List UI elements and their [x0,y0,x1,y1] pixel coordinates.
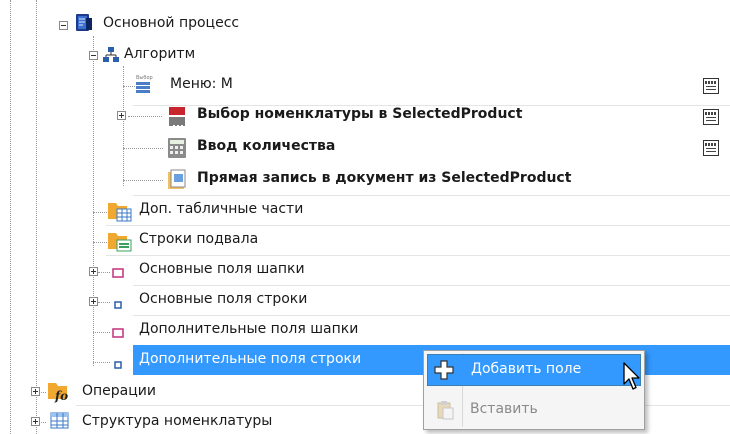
header-fields-icon [112,266,124,278]
tree-item-extra-table-parts[interactable]: Доп. табличные части [139,201,303,217]
row-divider [133,285,730,286]
folder-rows-icon [107,229,133,253]
tree-item-row-main-fields[interactable]: Основные поля строки [139,291,307,307]
menu-item-label: Вставить [470,401,538,417]
paste-icon [435,400,455,420]
mouse-pointer-icon [622,362,644,392]
menu-item-paste[interactable]: Вставить [427,395,641,427]
structure-table-icon [50,412,70,430]
tree-item-nomenclature-structure[interactable]: Структура номенклатуры [82,413,272,429]
expand-toggle[interactable] [89,267,98,276]
tree-item-menu[interactable]: Меню: М [170,76,233,92]
row-fields-icon [114,357,122,369]
svg-text:Выбор: Выбор [136,75,153,81]
properties-icon[interactable] [703,78,719,94]
folder-table-icon [107,199,133,223]
svg-text:fo: fo [54,389,68,403]
properties-icon[interactable] [703,109,719,125]
tree-item-algorithm[interactable]: Алгоритм [124,46,195,62]
calculator-icon [165,136,189,160]
menu-item-label: Добавить поле [471,361,582,377]
tree-item-enter-quantity[interactable]: Ввод количества [197,138,335,154]
expand-toggle[interactable] [89,297,98,306]
operations-folder-icon: fo [47,379,75,403]
tree-guide-line [36,0,37,434]
menu-icon: Выбор [134,74,162,96]
row-fields-icon [114,297,122,309]
tree-item-main-process[interactable]: Основной процесс [103,15,239,31]
row-divider [133,315,730,316]
tree-branch [93,212,107,213]
collapse-toggle[interactable] [89,51,98,60]
tree-branch [93,332,110,333]
barcode-scan-icon [165,104,189,128]
tree-item-row-extra-fields[interactable]: Дополнительные поля строки [139,351,361,367]
header-fields-icon [112,326,124,338]
tree-branch [98,272,110,273]
menu-item-add-field[interactable]: Добавить поле [427,354,641,386]
tree-guide-line [10,0,11,434]
tree-item-select-nomenclature[interactable]: Выбор номенклатуры в SelectedProduct [197,106,522,122]
tree-branch [128,116,162,117]
tree-item-header-main-fields[interactable]: Основные поля шапки [139,261,305,277]
expand-toggle[interactable] [31,387,40,396]
tree-item-direct-write[interactable]: Прямая запись в документ из SelectedProd… [197,170,571,186]
row-divider [106,225,730,226]
context-menu: Добавить поле Вставить [423,350,645,430]
tree-branch [123,180,163,181]
collapse-toggle[interactable] [59,21,68,30]
add-plus-icon [433,359,455,381]
expand-toggle[interactable] [117,111,126,120]
tree-item-header-extra-fields[interactable]: Дополнительные поля шапки [139,321,358,337]
tree-guide-line [93,36,94,366]
tree-item-operations[interactable]: Операции [82,383,156,399]
tree-branch [93,242,107,243]
row-divider [133,195,730,196]
document-write-icon [165,168,189,192]
algorithm-icon [102,46,120,64]
row-divider [106,255,730,256]
properties-icon[interactable] [703,140,719,156]
expand-toggle[interactable] [31,417,40,426]
tree-item-footer-rows[interactable]: Строки подвала [139,231,258,247]
process-icon [74,13,94,33]
tree-branch [123,148,163,149]
tree-branch [98,302,110,303]
tree-branch [93,362,110,363]
tree-guide-line [123,66,124,186]
